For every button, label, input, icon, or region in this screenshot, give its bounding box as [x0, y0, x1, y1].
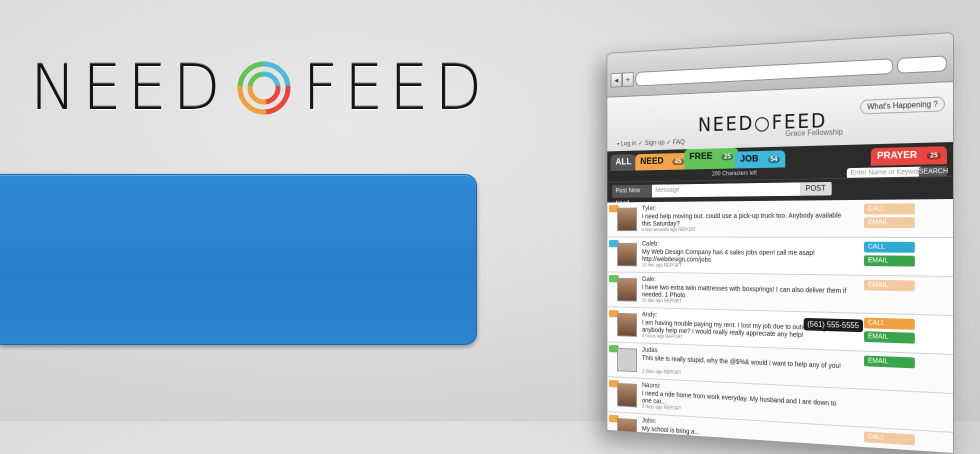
- avatar[interactable]: [617, 347, 637, 373]
- tab-job-count: 54: [767, 156, 781, 164]
- logo-word-feed: FEED: [302, 51, 489, 124]
- email-button[interactable]: EMAIL: [864, 331, 915, 344]
- browser-mockup-stage: ◂ + ▪ Log in ✓ Sign up ✓ FAQ NEED○FEED G…: [560, 22, 980, 454]
- feed-user-name[interactable]: Caleb:: [642, 241, 659, 247]
- feed-user-name[interactable]: Tyler:: [642, 206, 656, 212]
- post-new-need-select[interactable]: Post New Need: [612, 184, 654, 207]
- tab-job-label: JOB: [740, 153, 759, 165]
- tab-all-label: ALL: [615, 157, 632, 168]
- browser-window: ◂ + ▪ Log in ✓ Sign up ✓ FAQ NEED○FEED G…: [606, 32, 954, 454]
- church-name: Grace Fellowship: [785, 127, 843, 139]
- email-button[interactable]: EMAIL: [864, 255, 915, 267]
- feed-row: Tyler: I need help moving out. could use …: [607, 199, 953, 238]
- forward-icon[interactable]: +: [622, 72, 634, 88]
- call-button[interactable]: CALL: [864, 431, 915, 446]
- message-input[interactable]: Message: [651, 182, 815, 198]
- post-button[interactable]: POST: [799, 181, 832, 196]
- feed-message: This site is really stupid, why the @$%&…: [641, 355, 841, 371]
- tab-prayer-label: PRAYER: [877, 149, 918, 162]
- whats-happening-button[interactable]: What's Happening ?: [860, 96, 945, 115]
- feed-row: Caleb: My Web Design Company has 4 sales …: [607, 237, 953, 277]
- needfeed-logo: NEED FEED: [30, 54, 488, 122]
- call-button[interactable]: CALL: [864, 317, 915, 330]
- need-feed-list: Tyler: I need help moving out. could use …: [607, 199, 953, 454]
- feed-actions: EMAIL: [864, 355, 915, 372]
- feed-actions: CALL EMAIL: [864, 241, 915, 270]
- logo-rings-icon: [237, 61, 291, 115]
- characters-left: 200 Characters left: [711, 170, 757, 178]
- feed-message: I need help moving out. could use a pick…: [641, 212, 842, 228]
- tab-need-label: NEED: [640, 156, 664, 167]
- feed-meta[interactable]: 3 hours ago REPORT: [642, 333, 683, 340]
- feed-meta[interactable]: a few seconds ago REPORT: [642, 227, 696, 233]
- tab-free-count: 25: [721, 153, 734, 161]
- phone-number-callout: (561) 555-5555: [803, 317, 863, 333]
- avatar[interactable]: [617, 382, 637, 408]
- feed-user-name[interactable]: John:: [642, 418, 656, 425]
- call-button[interactable]: CALL: [864, 203, 915, 215]
- avatar[interactable]: [617, 242, 637, 267]
- avatar[interactable]: [617, 312, 637, 337]
- feed-meta[interactable]: 2 days ago REPORT: [642, 369, 681, 376]
- hero-panel: [0, 174, 477, 345]
- feed-message: My school is bring a...: [641, 425, 700, 437]
- feed-actions: CALL: [864, 431, 915, 448]
- feed-meta[interactable]: 2 days ago REPORT: [642, 404, 681, 412]
- feed-actions: CALL EMAIL: [864, 317, 915, 347]
- feed-message: I need a ride home from work everyday. M…: [641, 390, 837, 408]
- tab-prayer[interactable]: PRAYER 25: [871, 146, 947, 166]
- logo-word-need: NEED: [30, 51, 227, 124]
- feed-user-name[interactable]: Judas: [642, 347, 658, 354]
- feed-actions: EMAIL: [864, 279, 915, 295]
- tab-job[interactable]: JOB 54: [734, 150, 786, 169]
- email-button[interactable]: EMAIL: [864, 217, 915, 229]
- avatar[interactable]: [617, 277, 637, 302]
- post-bar: 200 Characters left Post New Need Messag…: [607, 171, 953, 207]
- browser-search-bar[interactable]: [897, 55, 947, 74]
- call-button[interactable]: CALL: [864, 241, 915, 253]
- tab-all[interactable]: ALL: [610, 154, 637, 172]
- feed-user-name[interactable]: Naomi:: [642, 382, 661, 389]
- feed-meta[interactable]: 10 min ago REPORT: [642, 263, 682, 269]
- feed-actions: CALL EMAIL: [864, 203, 915, 231]
- tab-need[interactable]: NEED 45: [635, 152, 690, 171]
- tab-free[interactable]: FREE 25: [684, 147, 739, 170]
- back-icon[interactable]: ◂: [610, 72, 623, 88]
- feed-actions: [864, 393, 915, 396]
- feed-meta[interactable]: 10 min ago REPORT: [642, 298, 682, 304]
- tab-free-label: FREE: [689, 151, 713, 163]
- email-button[interactable]: EMAIL: [864, 279, 915, 292]
- feed-user-name[interactable]: Gale:: [642, 276, 656, 283]
- tab-prayer-count: 25: [926, 152, 941, 160]
- feed-user-name[interactable]: Andy:: [642, 312, 657, 319]
- account-links[interactable]: ▪ Log in ✓ Sign up ✓ FAQ: [617, 138, 685, 147]
- avatar[interactable]: [617, 207, 637, 232]
- email-button[interactable]: EMAIL: [864, 355, 915, 369]
- tab-need-count: 45: [672, 158, 684, 166]
- avatar[interactable]: [617, 417, 637, 443]
